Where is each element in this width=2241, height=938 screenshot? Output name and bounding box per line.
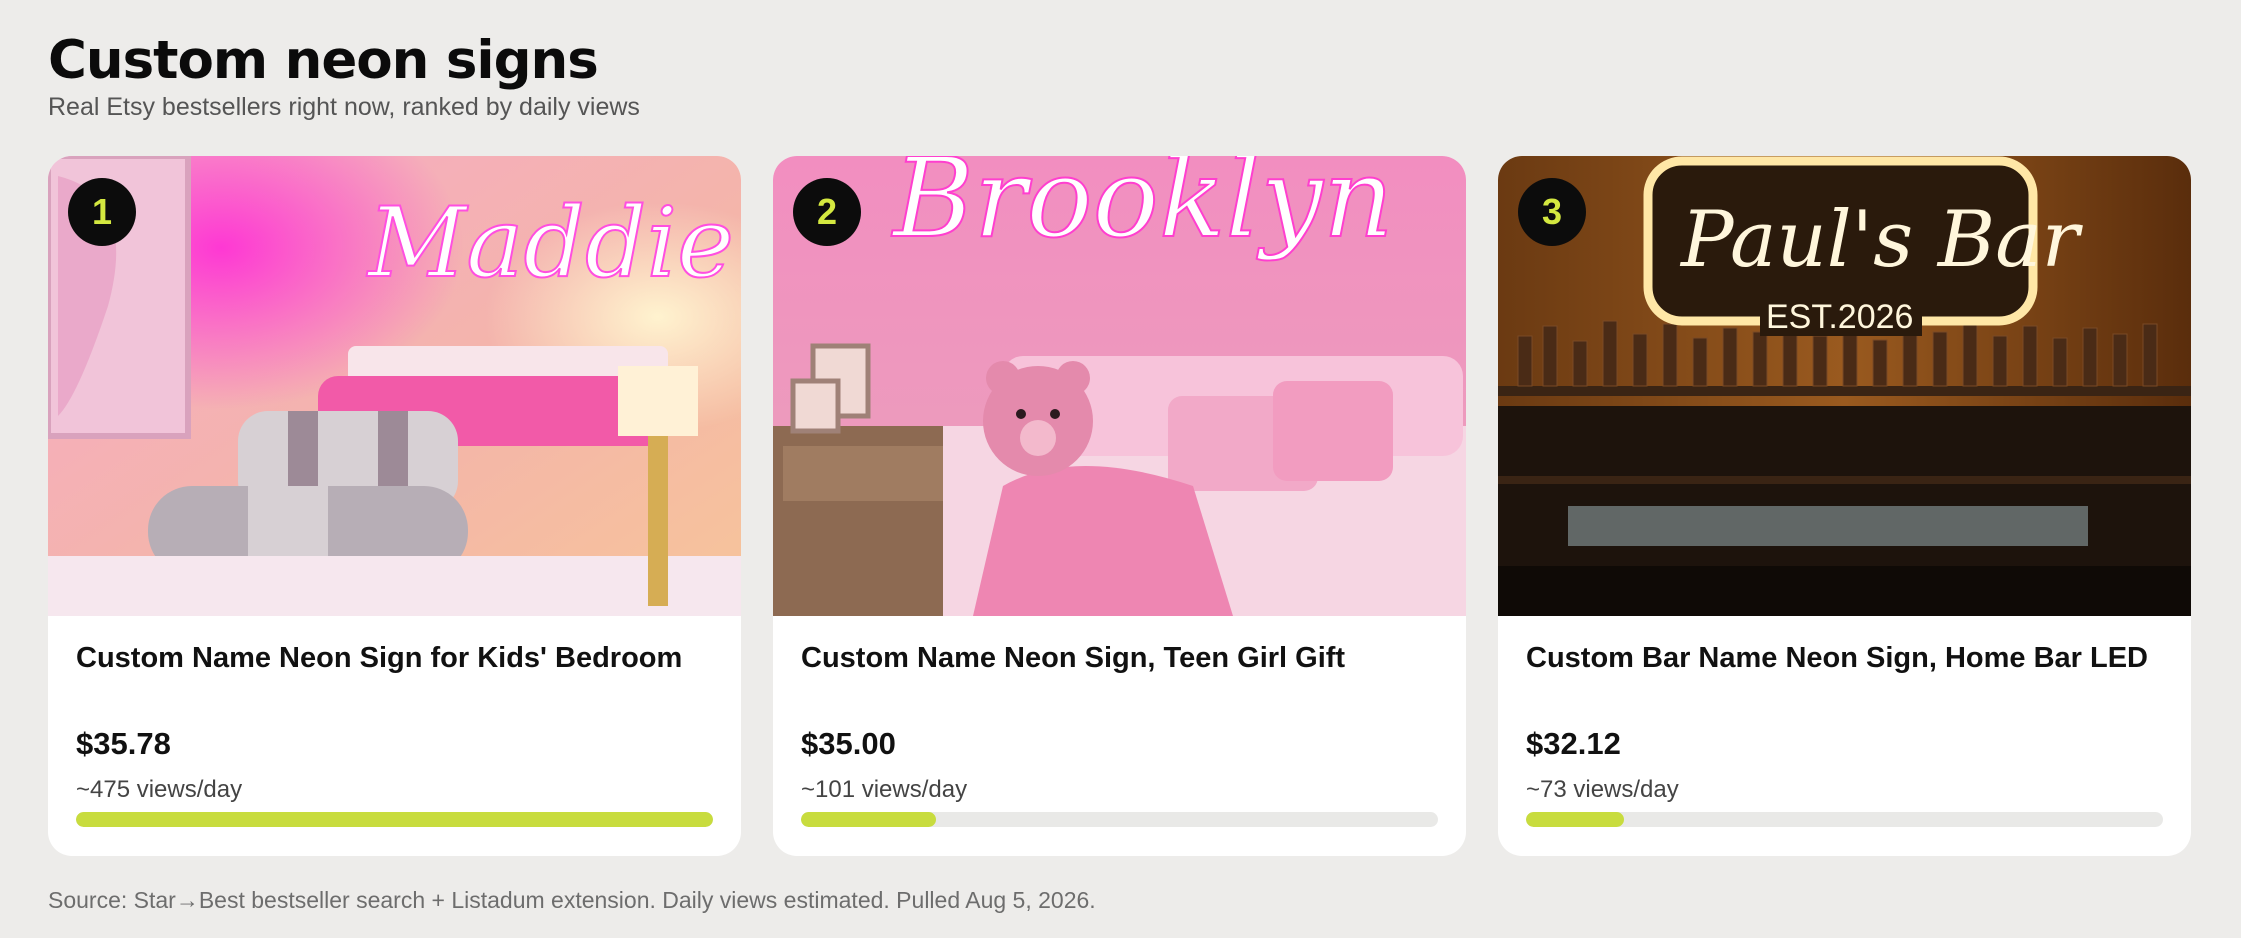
neon-sign-subtext: EST.2026 <box>1766 298 1913 336</box>
views-bar-fill <box>801 812 937 827</box>
listing-views: ~101 views/day <box>801 776 968 803</box>
listing-title[interactable]: Custom Name Neon Sign for Kids' Bedroom <box>76 642 682 675</box>
listing-price: $35.00 <box>801 726 896 761</box>
page-subtitle: Real Etsy bestsellers right now, ranked … <box>48 93 640 121</box>
listing-views: ~73 views/day <box>1526 776 1679 803</box>
views-bar-fill <box>76 812 713 827</box>
views-bar <box>1526 812 2163 827</box>
listing-title[interactable]: Custom Name Neon Sign, Teen Girl Gift <box>801 642 1345 675</box>
listing-price: $35.78 <box>76 726 171 761</box>
listing-card[interactable]: Brooklyn 2 Custom Name Neon Sign, Teen G… <box>773 156 1466 856</box>
neon-sign-text: Paul's Bar <box>1679 195 2084 285</box>
source-note: Source: Star→Best bestseller search + Li… <box>48 887 1096 913</box>
listing-image[interactable]: Paul's Bar EST.2026 <box>1498 156 2191 616</box>
listing-price: $32.12 <box>1526 726 1621 761</box>
page-title: Custom neon signs <box>48 30 599 91</box>
listing-title[interactable]: Custom Bar Name Neon Sign, Home Bar LED <box>1526 642 2148 675</box>
neon-sign-text: Maddie <box>366 187 734 299</box>
listing-card[interactable]: Maddie 1 Custom Name Neon Sign for Kids'… <box>48 156 741 856</box>
views-bar <box>801 812 1438 827</box>
views-bar <box>76 812 713 827</box>
rank-badge: 3 <box>1518 178 1586 246</box>
listing-card[interactable]: Paul's Bar EST.2026 3 Custom Bar Name Ne… <box>1498 156 2191 856</box>
rank-badge: 1 <box>68 178 136 246</box>
rank-badge: 2 <box>793 178 861 246</box>
views-bar-fill <box>1526 812 1624 827</box>
listing-views: ~475 views/day <box>76 776 243 803</box>
listing-image[interactable]: Brooklyn <box>773 156 1466 616</box>
neon-sign-text: Brooklyn <box>891 156 1394 262</box>
listing-image[interactable]: Maddie <box>48 156 741 616</box>
